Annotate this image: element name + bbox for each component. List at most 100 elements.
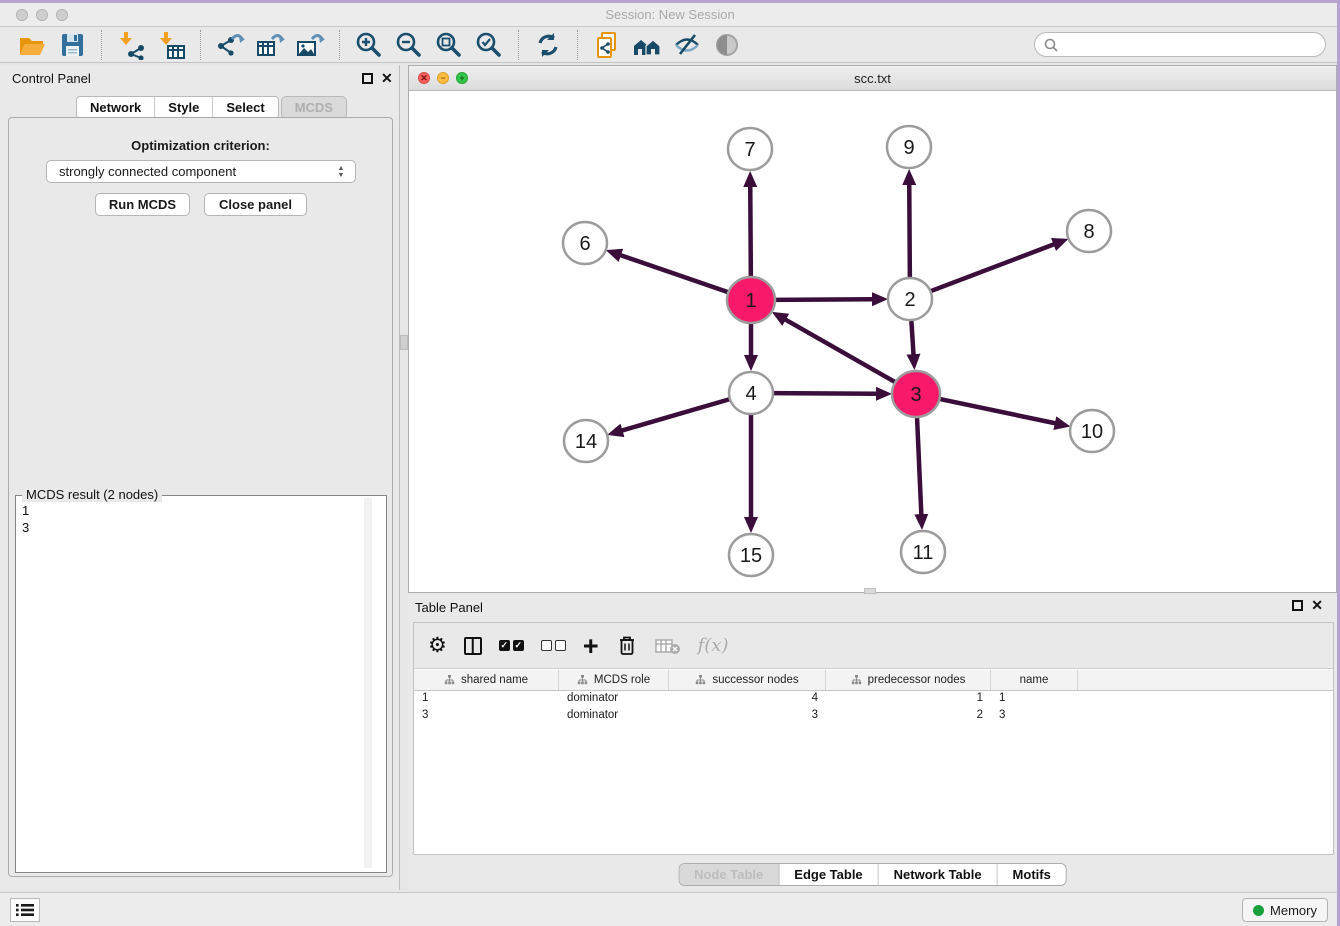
search-input[interactable] <box>1059 35 1325 55</box>
select-all-checkboxes-icon[interactable]: ✓✓ <box>499 631 524 661</box>
zoom-in-icon[interactable] <box>353 30 385 60</box>
delete-table-icon[interactable] <box>655 631 681 661</box>
tab-network[interactable]: Network <box>77 97 155 118</box>
export-network-icon[interactable] <box>214 30 246 60</box>
column-header-mcds-role[interactable]: MCDS role <box>559 670 669 690</box>
cell-name[interactable]: 1 <box>991 691 1078 708</box>
cell-predecessor-nodes[interactable]: 2 <box>826 708 991 725</box>
window-title: Session: New Session <box>0 7 1340 22</box>
tab-mcds[interactable]: MCDS <box>281 96 347 119</box>
close-panel-icon[interactable]: ✕ <box>381 71 393 85</box>
refresh-view-icon[interactable] <box>532 30 564 60</box>
add-row-icon[interactable]: + <box>583 631 599 661</box>
column-header-successor-nodes[interactable]: successor nodes <box>669 670 826 690</box>
graph-edge-3-10[interactable] <box>939 399 1055 423</box>
list-icon <box>16 903 34 917</box>
tab-select[interactable]: Select <box>213 97 277 118</box>
table-tabs: Node Table Edge Table Network Table Moti… <box>678 863 1067 886</box>
zoom-fit-icon[interactable] <box>433 30 465 60</box>
memory-button[interactable]: Memory <box>1242 898 1328 922</box>
cell-successor-nodes[interactable]: 3 <box>669 708 826 725</box>
graph-edge-2-9[interactable] <box>909 184 910 277</box>
import-network-icon[interactable] <box>115 30 147 60</box>
criterion-dropdown[interactable]: strongly connected component ▲▼ <box>46 160 356 183</box>
tab-node-table[interactable]: Node Table <box>679 864 779 885</box>
zoom-out-icon[interactable] <box>393 30 425 60</box>
column-header-shared-name[interactable]: shared name <box>414 670 559 690</box>
mcds-result-group: MCDS result (2 nodes) 1 3 <box>15 495 387 873</box>
network-canvas[interactable]: 7968124314101511 <box>409 91 1336 592</box>
cell-shared-name[interactable]: 3 <box>414 708 559 725</box>
function-builder-icon[interactable]: f(x) <box>698 631 729 661</box>
delete-row-trash-icon[interactable] <box>616 631 638 661</box>
toolbar-separator <box>101 30 102 60</box>
close-panel-button[interactable]: Close panel <box>204 193 307 216</box>
cell-predecessor-nodes[interactable]: 1 <box>826 691 991 708</box>
graph-edge-1-6[interactable] <box>620 255 728 292</box>
table-close-icon[interactable]: ✕ <box>1311 598 1323 612</box>
panel-splitter-handle[interactable] <box>400 335 408 350</box>
tab-edge-table[interactable]: Edge Table <box>779 864 878 885</box>
graph-node-label-3: 3 <box>910 384 921 406</box>
column-header-name[interactable]: name <box>991 670 1078 690</box>
toolbar-separator <box>339 30 340 60</box>
result-scrollbar[interactable] <box>364 498 372 868</box>
table-settings-gear-icon[interactable]: ⚙ <box>428 631 447 661</box>
network-window-title: scc.txt <box>409 71 1336 86</box>
attribute-type-icon <box>695 675 706 685</box>
network-view-window: ✕ − + scc.txt 7968124314101511 <box>408 65 1337 593</box>
status-bar: Memory <box>0 892 1340 926</box>
export-table-icon[interactable] <box>254 30 286 60</box>
graph-edge-4-14[interactable] <box>622 399 730 431</box>
graph-edge-4-3[interactable] <box>773 393 877 394</box>
graph-edge-3-11[interactable] <box>917 418 921 515</box>
cell-shared-name[interactable]: 1 <box>414 691 559 708</box>
graph-node-label-1: 1 <box>745 290 756 312</box>
birds-eye-view-icon[interactable] <box>711 30 743 60</box>
toolbar-separator <box>577 30 578 60</box>
network-collapse-handle[interactable] <box>864 588 876 594</box>
graph-node-label-7: 7 <box>744 139 755 161</box>
graph-edge-2-8[interactable] <box>931 244 1055 291</box>
graph-edge-3-1[interactable] <box>785 319 895 382</box>
hide-graphics-details-icon[interactable] <box>671 30 703 60</box>
deselect-all-checkboxes-icon[interactable] <box>541 631 566 661</box>
save-session-icon[interactable] <box>56 30 88 60</box>
network-window-titlebar[interactable]: ✕ − + scc.txt <box>409 66 1336 91</box>
graph-edge-1-7[interactable] <box>750 186 751 276</box>
memory-status-icon <box>1253 905 1264 916</box>
graph-node-label-11: 11 <box>913 542 934 564</box>
cell-name[interactable]: 3 <box>991 708 1078 725</box>
attribute-type-icon <box>851 675 862 685</box>
home-layout-icon[interactable] <box>631 30 663 60</box>
mcds-tab-content: Optimization criterion: strongly connect… <box>8 117 393 877</box>
cell-successor-nodes[interactable]: 4 <box>669 691 826 708</box>
duplicate-network-icon[interactable] <box>591 30 623 60</box>
search-field[interactable] <box>1034 32 1326 57</box>
cell-mcds-role[interactable]: dominator <box>559 708 669 725</box>
table-row[interactable]: 1 dominator 4 1 1 <box>414 691 1333 708</box>
tab-style[interactable]: Style <box>155 97 213 118</box>
graph-edge-2-3[interactable] <box>911 321 913 355</box>
float-panel-icon[interactable] <box>362 73 373 84</box>
import-table-icon[interactable] <box>155 30 187 60</box>
split-panel-icon[interactable] <box>464 631 482 661</box>
node-table: shared name MCDS role successor nodes pr… <box>414 670 1333 854</box>
export-image-icon[interactable] <box>294 30 326 60</box>
tab-network-table[interactable]: Network Table <box>879 864 998 885</box>
column-header-predecessor-nodes[interactable]: predecessor nodes <box>826 670 991 690</box>
open-session-icon[interactable] <box>16 30 48 60</box>
mcds-result-text[interactable]: 1 3 <box>22 502 29 536</box>
run-mcds-button[interactable]: Run MCDS <box>95 193 190 216</box>
table-float-icon[interactable] <box>1292 600 1303 611</box>
graph-node-label-2: 2 <box>904 289 915 311</box>
app-titlebar: Session: New Session <box>0 3 1340 27</box>
control-panel-title: Control Panel <box>12 71 91 86</box>
graph-edge-1-2[interactable] <box>775 299 873 300</box>
task-history-button[interactable] <box>10 898 40 922</box>
cell-mcds-role[interactable]: dominator <box>559 691 669 708</box>
tab-motifs[interactable]: Motifs <box>998 864 1066 885</box>
table-row[interactable]: 3 dominator 3 2 3 <box>414 708 1333 725</box>
zoom-selected-icon[interactable] <box>473 30 505 60</box>
table-panel-title: Table Panel <box>415 600 483 615</box>
